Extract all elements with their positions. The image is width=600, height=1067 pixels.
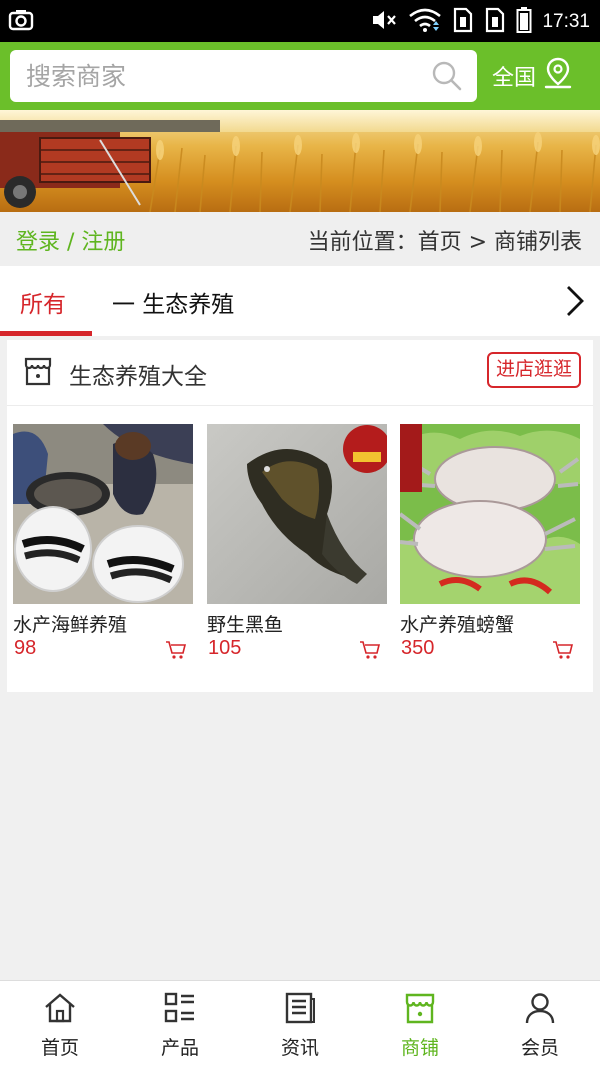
product-image[interactable]: [207, 424, 387, 604]
nav-home[interactable]: 首页: [0, 981, 120, 1067]
tab-all[interactable]: 所有: [0, 266, 92, 336]
tab-active-indicator: [0, 331, 92, 336]
location-pin-icon: [542, 56, 574, 96]
banner-image[interactable]: [0, 110, 600, 212]
screenshot-icon: [8, 8, 34, 36]
product-price: 105: [208, 637, 242, 659]
product-name[interactable]: 水产海鲜养殖: [13, 610, 127, 637]
product-image[interactable]: [400, 424, 580, 604]
nav-products-label: 产品: [160, 1037, 199, 1059]
product-price: 98: [14, 637, 37, 659]
product-image[interactable]: [13, 424, 193, 604]
shop-card: 生态养殖大全 进店逛逛 水产海鲜养殖 98 野生黑鱼 105 水产养殖螃蟹 35…: [7, 340, 593, 692]
shop-title: 生态养殖大全: [69, 364, 207, 390]
login-register-link[interactable]: 登录 / 注册: [16, 224, 125, 256]
product-name[interactable]: 水产养殖螃蟹: [400, 610, 514, 637]
cart-icon[interactable]: [165, 640, 187, 664]
product-price: 350: [401, 637, 435, 659]
status-bar: 17:31: [0, 0, 600, 42]
nav-products[interactable]: 产品: [120, 981, 240, 1067]
category-tabs: 所有 一 生态养殖: [0, 266, 600, 336]
search-box[interactable]: [10, 50, 477, 102]
home-icon: [43, 991, 77, 1029]
enter-shop-button[interactable]: 进店逛逛: [486, 352, 581, 388]
sim-icon: [484, 7, 506, 37]
cart-icon[interactable]: [359, 640, 381, 664]
nav-shops-label: 商铺: [400, 1037, 439, 1059]
status-time: 17:31: [542, 11, 590, 32]
search-icon[interactable]: [431, 60, 463, 96]
mute-icon: [370, 7, 398, 37]
nav-member-label: 会员: [520, 1037, 559, 1059]
region-selector[interactable]: 全国: [492, 52, 574, 100]
store-icon: [22, 354, 54, 392]
product-card[interactable]: 水产海鲜养殖 98: [13, 424, 193, 674]
chevron-right-icon[interactable]: [564, 284, 586, 322]
battery-icon: [516, 6, 532, 38]
region-label: 全国: [492, 66, 537, 91]
nav-home-label: 首页: [40, 1037, 79, 1059]
product-grid-icon: [163, 991, 197, 1029]
product-card[interactable]: 水产养殖螃蟹 350: [400, 424, 580, 674]
cart-icon[interactable]: [552, 640, 574, 664]
shop-header: 生态养殖大全 进店逛逛: [7, 340, 593, 406]
product-name[interactable]: 野生黑鱼: [207, 610, 283, 637]
tab-all-label: 所有: [20, 292, 66, 318]
sim-icon: [452, 7, 474, 37]
member-icon: [523, 991, 557, 1029]
tab-eco-farming[interactable]: 一 生态养殖: [112, 285, 234, 319]
nav-news-label: 资讯: [280, 1037, 319, 1059]
top-header: 全国: [0, 42, 600, 110]
news-icon: [283, 991, 317, 1029]
nav-shops[interactable]: 商铺: [360, 981, 480, 1067]
wifi-icon: [408, 7, 442, 37]
nav-news[interactable]: 资讯: [240, 981, 360, 1067]
product-list: 水产海鲜养殖 98 野生黑鱼 105 水产养殖螃蟹 350: [7, 424, 593, 684]
breadcrumb: 当前位置：首页 > 商铺列表: [307, 230, 582, 255]
breadcrumb-bar: 登录 / 注册 当前位置：首页 > 商铺列表: [0, 212, 600, 266]
search-input[interactable]: [26, 56, 426, 96]
store-icon: [403, 991, 437, 1029]
harvester-graphic: [0, 120, 600, 212]
nav-member[interactable]: 会员: [480, 981, 600, 1067]
product-card[interactable]: 野生黑鱼 105: [207, 424, 387, 674]
bottom-navigation: 首页 产品 资讯 商铺 会员: [0, 980, 600, 1067]
